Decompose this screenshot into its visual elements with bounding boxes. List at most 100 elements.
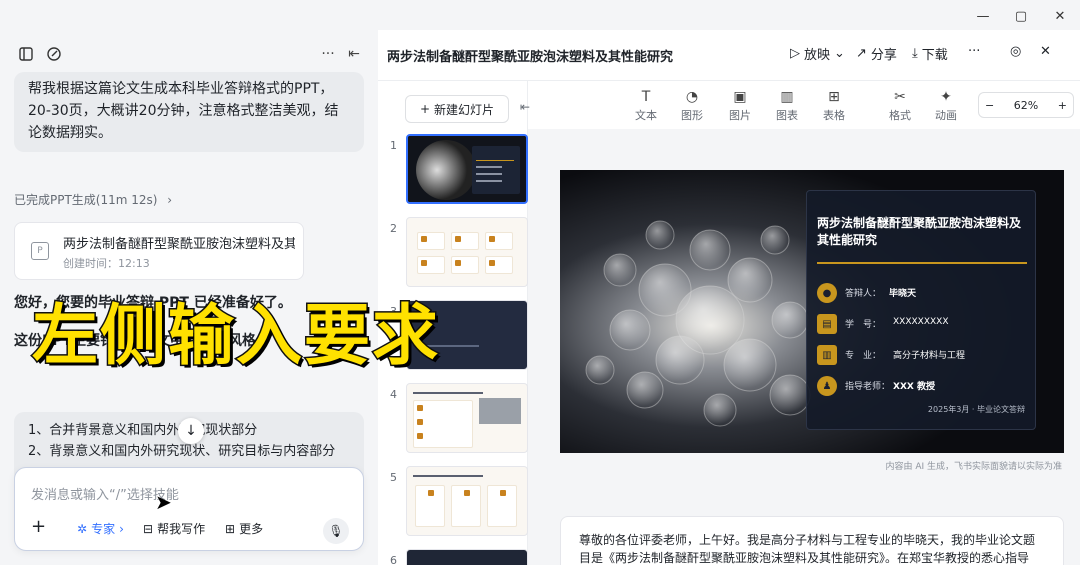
info-value: 高分子材料与工程 — [893, 351, 966, 361]
slide-footer: 2025年3月 · 毕业论文答辩 — [927, 405, 1025, 414]
download-button[interactable]: ⤓ 下载 — [912, 44, 948, 63]
grid-icon: ⊞ — [225, 521, 236, 536]
image-tool[interactable]: ▣ 图片 — [722, 89, 758, 123]
format-tool[interactable]: ✂ 格式 — [882, 89, 918, 123]
table-tool[interactable]: ⊞ 表格 — [816, 89, 852, 123]
play-icon: ▷ — [790, 46, 800, 61]
chart-tool-label: 图表 — [776, 109, 798, 122]
table-tool-label: 表格 — [823, 109, 845, 122]
shape-tool-label: 图形 — [681, 109, 703, 122]
sidebar-toggle-button[interactable] — [16, 44, 36, 64]
maximize-button[interactable]: ▢ — [1011, 6, 1031, 26]
chart-icon: ▥ — [780, 89, 794, 105]
maximize-icon: ▢ — [1014, 8, 1028, 24]
write-label: 帮我写作 — [157, 522, 206, 536]
slide-number: 1 — [390, 139, 397, 152]
write-icon: ⊟ — [143, 521, 154, 536]
slide-thumbnail-1[interactable] — [406, 134, 528, 204]
collapse-left-icon: ⇤ — [348, 46, 360, 62]
more-icon: ··· — [321, 46, 335, 62]
mini-card — [415, 485, 445, 527]
info-label: 指导老师： — [845, 382, 891, 392]
mouse-cursor-icon: ➤ — [155, 490, 172, 514]
window-titlebar: — ▢ ✕ — [0, 0, 1080, 30]
table-icon: ⊞ — [828, 89, 840, 105]
image-tool-label: 图片 — [729, 109, 751, 122]
mini-card — [485, 232, 513, 250]
info-value: 毕晓天 — [889, 289, 917, 299]
info-label: 学 号： — [845, 320, 882, 330]
mini-image — [479, 398, 521, 424]
info-row-advisor: ♟ 指导老师： XXX 教授 — [817, 376, 1029, 396]
mini-card — [451, 256, 479, 274]
slide-number: 6 — [390, 554, 397, 565]
new-slide-button[interactable]: + 新建幻灯片 — [405, 95, 509, 123]
text-tool-label: 文本 — [635, 109, 657, 122]
slide-number: 2 — [390, 222, 397, 235]
info-value: XXX 教授 — [893, 382, 935, 392]
slide-thumbnail-4[interactable] — [406, 383, 528, 453]
minimize-button[interactable]: — — [973, 6, 993, 26]
chat-more-button[interactable]: ··· — [318, 44, 338, 64]
more-label: 更多 — [239, 522, 264, 536]
write-button[interactable]: ⊟ 帮我写作 — [143, 520, 205, 537]
mini-line — [413, 392, 483, 394]
input-tools: + ✲ 专家 › ⊟ 帮我写作 ⊞ 更多 🎙 — [25, 516, 355, 544]
edit-icon — [47, 47, 61, 61]
slide-thumbnail-5[interactable] — [406, 466, 528, 536]
video-caption-overlay: 左侧输入要求 — [31, 296, 440, 376]
animation-tool[interactable]: ✦ 动画 — [928, 89, 964, 123]
text-tool[interactable]: T 文本 — [628, 89, 664, 123]
minimize-icon: — — [976, 8, 990, 24]
chevron-right-icon: › — [119, 521, 124, 536]
message-input-box[interactable]: 发消息或输入“/”选择技能 ➤ + ✲ 专家 › ⊟ 帮我写作 ⊞ 更多 🎙 — [14, 467, 364, 551]
collapse-panel-button[interactable]: ⇤ — [344, 44, 364, 64]
add-attachment-button[interactable]: + — [31, 516, 46, 537]
ppt-file-card[interactable]: P 两步法制备醚酐型聚酰亚胺泡沫塑料及其... 创建时间：12:13 — [14, 222, 304, 280]
mini-card — [413, 400, 473, 448]
book-icon: ▥ — [817, 345, 837, 365]
chart-tool[interactable]: ▥ 图表 — [769, 89, 805, 123]
zoom-level: 62% — [1013, 98, 1039, 112]
play-button[interactable]: ▷ 放映 ⌄ — [790, 44, 845, 63]
more-tools-button[interactable]: ⊞ 更多 — [225, 520, 263, 537]
zoom-in-button[interactable]: + — [1058, 99, 1067, 112]
speaker-notes[interactable]: 尊敬的各位评委老师，上午好。我是高分子材料与工程专业的毕晓天，我的毕业论文题目是… — [560, 516, 1064, 565]
ai-assistant-button[interactable]: ◎ — [1010, 44, 1021, 59]
status-text: 已完成PPT生成(11m 12s) — [14, 193, 158, 207]
sidebar-icon — [19, 47, 33, 61]
share-button[interactable]: ↗ 分享 — [856, 44, 897, 63]
id-card-icon: ▤ — [817, 314, 837, 334]
close-doc-button[interactable]: ✕ — [1040, 44, 1051, 59]
expert-mode-button[interactable]: ✲ 专家 › — [77, 520, 124, 537]
microphone-icon: 🎙 — [328, 524, 344, 538]
app-window: — ▢ ✕ ··· ⇤ 帮我根据这篇论文生成本科毕业答辩格式的PPT，20-30… — [0, 0, 1080, 565]
format-tool-label: 格式 — [889, 109, 911, 122]
image-icon: ▣ — [733, 89, 747, 105]
shape-tool[interactable]: ◔ 图形 — [674, 89, 710, 123]
current-slide[interactable]: 两步法制备醚酐型聚酰亚胺泡沫塑料及其性能研究 ● 答辩人： 毕晓天 ▤ 学 号：… — [560, 170, 1064, 453]
ai-disclaimer: 内容由 AI 生成，飞书实际面貌请以实际为准 — [885, 462, 1062, 472]
editor-toolbar: T 文本 ◔ 图形 ▣ 图片 ▥ 图表 ⊞ 表格 ✂ 格式 ✦ 动画 − 62% + — [528, 81, 1080, 129]
zoom-out-button[interactable]: − — [985, 99, 994, 112]
document-actions: ▷ 放映 ⌄ ↗ 分享 ⤓ 下载 ··· ◎ ✕ — [790, 44, 1070, 66]
share-label: 分享 — [870, 48, 897, 63]
new-chat-button[interactable] — [44, 44, 64, 64]
user-message: 帮我根据这篇论文生成本科毕业答辩格式的PPT，20-30页，大概讲20分钟，注意… — [14, 72, 364, 152]
scroll-down-button[interactable]: ↓ — [178, 418, 204, 444]
mini-card — [485, 256, 513, 274]
generation-status[interactable]: 已完成PPT生成(11m 12s) › — [14, 191, 172, 208]
slide-canvas: 两步法制备醚酐型聚酰亚胺泡沫塑料及其性能研究 ● 答辩人： 毕晓天 ▤ 学 号：… — [528, 129, 1080, 565]
info-row-presenter: ● 答辩人： 毕晓天 — [817, 283, 1029, 303]
doc-more-button[interactable]: ··· — [968, 44, 980, 59]
voice-input-button[interactable]: 🎙 — [323, 518, 349, 544]
title-info-card: 两步法制备醚酐型聚酰亚胺泡沫塑料及其性能研究 ● 答辩人： 毕晓天 ▤ 学 号：… — [806, 190, 1036, 430]
download-label: 下载 — [921, 48, 948, 63]
slide-thumbnail-6[interactable] — [406, 549, 528, 565]
ppt-file-icon: P — [31, 242, 49, 260]
arrow-down-icon: ↓ — [185, 423, 197, 439]
slide-thumbnail-2[interactable] — [406, 217, 528, 287]
presentation-panel: 两步法制备醚酐型聚酰亚胺泡沫塑料及其性能研究 ▷ 放映 ⌄ ↗ 分享 ⤓ 下载 ··· … — [378, 30, 1080, 565]
close-window-button[interactable]: ✕ — [1050, 6, 1070, 26]
list-item: 2、背景意义和国内外研究现状、研究目标与内容部分 — [28, 444, 336, 459]
